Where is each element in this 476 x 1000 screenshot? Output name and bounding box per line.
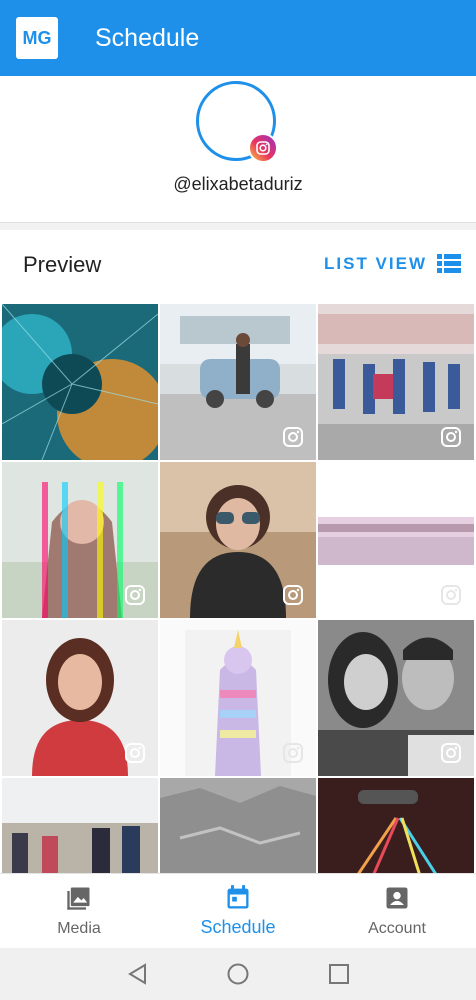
system-navigation-bar [0, 948, 476, 1000]
instagram-icon [248, 133, 278, 163]
page-title: Schedule [95, 24, 200, 52]
grid-tile-beach[interactable] [318, 462, 474, 618]
nav-label-schedule: Schedule [200, 917, 276, 937]
nav-item-schedule[interactable]: Schedule [159, 874, 317, 949]
preview-grid [0, 300, 476, 875]
instagram-icon [441, 427, 461, 447]
grid-tile-rainbow[interactable] [2, 462, 158, 618]
preview-title: Preview [23, 252, 102, 277]
grid-tile-sunglasses[interactable] [160, 462, 316, 618]
recents-icon[interactable] [326, 961, 352, 987]
preview-header: Preview LIST VIEW [0, 230, 476, 300]
profile-handle: @elixabetaduriz [173, 174, 303, 194]
grid-tile-red-shirt[interactable] [2, 620, 158, 776]
instagram-icon [441, 585, 461, 605]
instagram-icon [283, 585, 303, 605]
grid-tile-race[interactable] [318, 304, 474, 460]
profile-header: @elixabetaduriz [0, 76, 476, 223]
list-icon [437, 254, 461, 273]
instagram-icon [125, 585, 145, 605]
grid-tile-hikers[interactable] [2, 778, 158, 875]
instagram-icon [283, 427, 303, 447]
bottom-navigation: Media Schedule Account [0, 873, 476, 949]
list-view-label: LIST VIEW [324, 254, 427, 273]
home-icon[interactable] [225, 961, 251, 987]
grid-tile-peacock[interactable] [2, 304, 158, 460]
image-icon [67, 887, 90, 910]
instagram-icon [283, 743, 303, 763]
grid-tile-couple[interactable] [318, 620, 474, 776]
instagram-icon [125, 743, 145, 763]
calendar-icon [227, 885, 249, 909]
nav-item-account[interactable]: Account [318, 874, 476, 949]
nav-label-media: Media [57, 920, 101, 937]
grid-tile-car[interactable] [160, 304, 316, 460]
grid-tile-light-trails[interactable] [318, 778, 474, 875]
list-view-button[interactable]: LIST VIEW [324, 254, 461, 274]
back-icon[interactable] [125, 961, 151, 987]
grid-tile-cliff[interactable] [160, 778, 316, 875]
instagram-icon [441, 743, 461, 763]
app-bar: MG Schedule [0, 0, 476, 76]
nav-item-media[interactable]: Media [0, 874, 158, 949]
grid-tile-unicorn[interactable] [160, 620, 316, 776]
app-logo[interactable]: MG [16, 17, 58, 59]
nav-label-account: Account [368, 920, 426, 937]
account-box-icon [386, 887, 408, 909]
